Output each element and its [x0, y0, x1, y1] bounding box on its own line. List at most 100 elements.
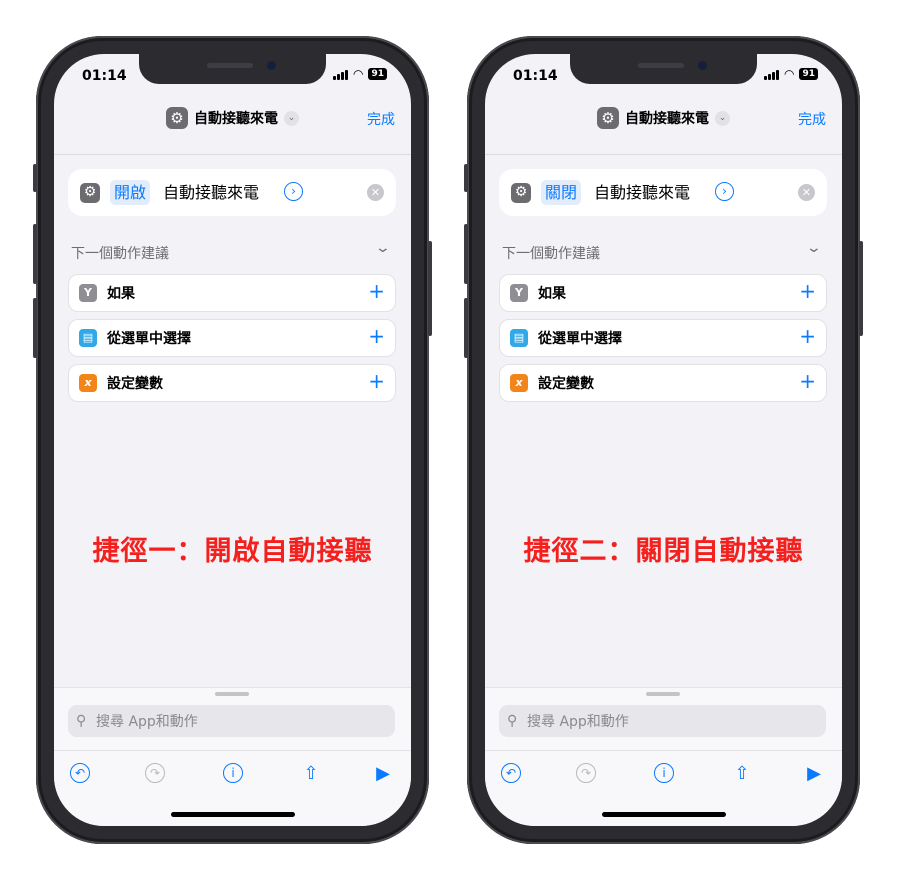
delete-action-icon[interactable]: ✕	[367, 184, 384, 201]
info-icon[interactable]: i	[223, 763, 243, 783]
variable-icon: x	[79, 374, 97, 392]
divider	[485, 154, 842, 155]
suggestion-label: 如果	[538, 286, 566, 302]
caption-overlay: 捷徑一：開啟自動接聽	[92, 536, 373, 567]
suggestion-choose-from-menu[interactable]: ▤ 從選單中選擇 +	[68, 319, 396, 357]
wifi-icon: ◠	[352, 67, 364, 81]
share-icon[interactable]: ⇧	[300, 763, 322, 785]
wifi-icon: ◠	[783, 67, 795, 81]
menu-icon: ▤	[79, 329, 97, 347]
action-card[interactable]: ⚙ 關閉 自動接聽來電 › ✕	[499, 169, 827, 216]
search-field[interactable]: ⚲	[68, 705, 395, 739]
power-button	[859, 241, 863, 336]
sheet-grabber[interactable]	[215, 692, 249, 696]
battery-icon: 91	[799, 68, 818, 80]
notch	[139, 54, 326, 84]
done-button[interactable]: 完成	[798, 109, 826, 129]
undo-icon[interactable]: ↶	[70, 763, 90, 783]
expand-arrow-icon[interactable]: ›	[715, 182, 734, 201]
signal-icon	[763, 69, 779, 80]
suggestion-label: 從選單中選擇	[107, 331, 191, 347]
search-icon: ⚲	[76, 713, 87, 729]
notch	[570, 54, 757, 84]
action-label: 自動接聽來電	[163, 183, 260, 202]
toggle-parameter[interactable]: 開啟	[110, 180, 151, 205]
status-time: 01:14	[82, 68, 127, 84]
action-search-sheet: ⚲ ↶ ↷ i ⇧ ▶	[485, 687, 842, 826]
volume-up-button	[33, 224, 37, 284]
info-icon[interactable]: i	[654, 763, 674, 783]
settings-gear-icon: ⚙	[597, 107, 619, 129]
chevron-down-icon[interactable]: ⌄	[806, 240, 822, 256]
suggestions-header: 下一個動作建議	[502, 246, 600, 262]
volume-down-button	[33, 298, 37, 358]
screen: 01:14 ◠ 91 ⚙ 自動接聽來電 ⌄ 完成 ⚙ 關閉 自動接聽來電 › ✕…	[485, 54, 842, 826]
shortcut-title-menu[interactable]: ⚙ 自動接聽來電 ⌄	[485, 103, 842, 133]
battery-icon: 91	[368, 68, 387, 80]
silent-switch	[33, 164, 37, 192]
play-icon[interactable]: ▶	[372, 763, 394, 785]
search-field[interactable]: ⚲	[499, 705, 826, 739]
action-search-sheet: ⚲ ↶ ↷ i ⇧ ▶	[54, 687, 411, 826]
add-icon[interactable]: +	[799, 324, 816, 348]
settings-gear-icon: ⚙	[80, 182, 100, 203]
status-time: 01:14	[513, 68, 558, 84]
suggestion-label: 設定變數	[107, 376, 163, 392]
menu-icon: ▤	[510, 329, 528, 347]
volume-up-button	[464, 224, 468, 284]
undo-icon[interactable]: ↶	[501, 763, 521, 783]
action-card[interactable]: ⚙ 開啟 自動接聽來電 › ✕	[68, 169, 396, 216]
suggestion-label: 如果	[107, 286, 135, 302]
done-button[interactable]: 完成	[367, 109, 395, 129]
caption-overlay: 捷徑二：關閉自動接聽	[523, 536, 804, 567]
chevron-down-icon: ⌄	[284, 110, 299, 126]
redo-icon[interactable]: ↷	[145, 763, 165, 783]
add-icon[interactable]: +	[799, 279, 816, 303]
status-icons: ◠ 91	[763, 67, 818, 81]
sheet-grabber[interactable]	[646, 692, 680, 696]
search-input[interactable]	[525, 705, 819, 739]
expand-arrow-icon[interactable]: ›	[284, 182, 303, 201]
screen: 01:14 ◠ 91 ⚙ 自動接聽來電 ⌄ 完成 ⚙ 開啟 自動接聽來電 › ✕…	[54, 54, 411, 826]
suggestion-if[interactable]: Y 如果 +	[68, 274, 396, 312]
suggestion-set-variable[interactable]: x 設定變數 +	[68, 364, 396, 402]
action-label: 自動接聽來電	[594, 183, 691, 202]
add-icon[interactable]: +	[368, 324, 385, 348]
share-icon[interactable]: ⇧	[731, 763, 753, 785]
suggestion-label: 從選單中選擇	[538, 331, 622, 347]
settings-gear-icon: ⚙	[511, 182, 531, 203]
search-icon: ⚲	[507, 713, 518, 729]
add-icon[interactable]: +	[368, 279, 385, 303]
signal-icon	[332, 69, 348, 80]
shortcut-title: 自動接聽來電	[194, 111, 278, 127]
play-icon[interactable]: ▶	[803, 763, 825, 785]
status-icons: ◠ 91	[332, 67, 387, 81]
volume-down-button	[464, 298, 468, 358]
branch-icon: Y	[510, 284, 528, 302]
redo-icon[interactable]: ↷	[576, 763, 596, 783]
add-icon[interactable]: +	[799, 369, 816, 393]
suggestion-set-variable[interactable]: x 設定變數 +	[499, 364, 827, 402]
search-input[interactable]	[94, 705, 388, 739]
suggestion-label: 設定變數	[538, 376, 594, 392]
power-button	[428, 241, 432, 336]
delete-action-icon[interactable]: ✕	[798, 184, 815, 201]
divider	[54, 154, 411, 155]
suggestions-header: 下一個動作建議	[71, 246, 169, 262]
branch-icon: Y	[79, 284, 97, 302]
phone-left: 01:14 ◠ 91 ⚙ 自動接聽來電 ⌄ 完成 ⚙ 開啟 自動接聽來電 › ✕…	[33, 36, 432, 844]
chevron-down-icon[interactable]: ⌄	[375, 240, 391, 256]
divider	[54, 750, 411, 751]
variable-icon: x	[510, 374, 528, 392]
silent-switch	[464, 164, 468, 192]
chevron-down-icon: ⌄	[715, 110, 730, 126]
toggle-parameter[interactable]: 關閉	[541, 180, 582, 205]
home-indicator[interactable]	[602, 812, 726, 817]
home-indicator[interactable]	[171, 812, 295, 817]
shortcut-title-menu[interactable]: ⚙ 自動接聽來電 ⌄	[54, 103, 411, 133]
suggestion-choose-from-menu[interactable]: ▤ 從選單中選擇 +	[499, 319, 827, 357]
phone-right: 01:14 ◠ 91 ⚙ 自動接聽來電 ⌄ 完成 ⚙ 關閉 自動接聽來電 › ✕…	[464, 36, 863, 844]
suggestion-if[interactable]: Y 如果 +	[499, 274, 827, 312]
divider	[485, 750, 842, 751]
add-icon[interactable]: +	[368, 369, 385, 393]
